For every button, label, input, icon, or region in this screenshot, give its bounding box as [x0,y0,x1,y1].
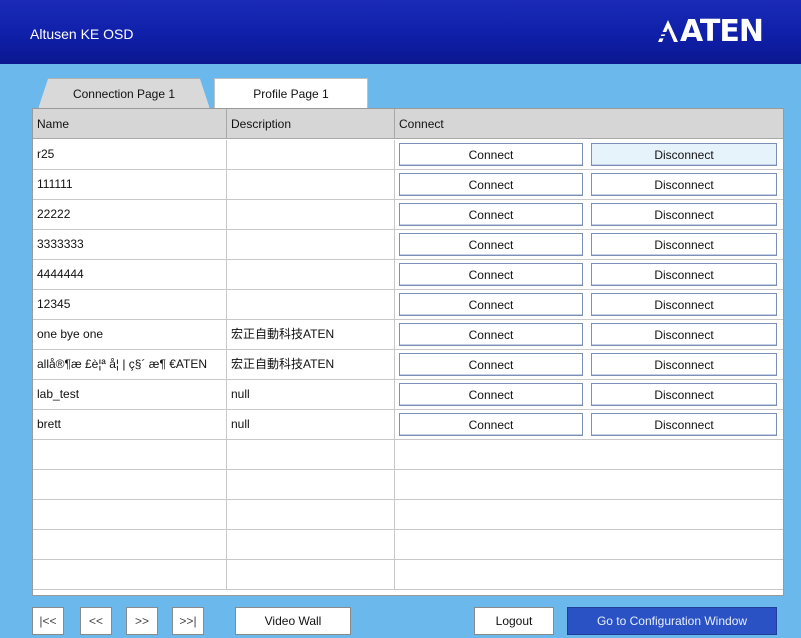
disconnect-button[interactable]: Disconnect [591,233,777,256]
connect-button[interactable]: Connect [399,203,583,226]
profile-description-cell: 宏正自動科技ATEN [227,320,395,349]
profile-description-cell [227,530,395,559]
aten-logo-icon [658,20,679,42]
empty-table-row [33,500,783,530]
profile-description-cell [227,230,395,259]
table-row: brett null Connect Disconnect [33,410,783,440]
empty-table-row [33,470,783,500]
connect-button[interactable]: Connect [399,323,583,346]
disconnect-button[interactable]: Disconnect [591,293,777,316]
disconnect-button[interactable]: Disconnect [591,173,777,196]
app-header: Altusen KE OSD ATEN [0,0,801,64]
table-row: lab_test null Connect Disconnect [33,380,783,410]
profile-description-cell [227,200,395,229]
disconnect-button[interactable]: Disconnect [591,353,777,376]
empty-table-row [33,530,783,560]
profile-description-cell [227,170,395,199]
go-to-configuration-button[interactable]: Go to Configuration Window [567,607,777,635]
disconnect-button[interactable]: Disconnect [591,203,777,226]
table-row: 4444444 Connect Disconnect [33,260,783,290]
connect-button[interactable]: Connect [399,173,583,196]
tab-connection-page-1[interactable]: Connection Page 1 [38,78,210,109]
profile-description-cell: null [227,410,395,439]
connect-button[interactable]: Connect [399,383,583,406]
connect-button[interactable]: Connect [399,413,583,436]
profile-name-cell: 3333333 [33,230,227,259]
disconnect-button[interactable]: Disconnect [591,383,777,406]
disconnect-button[interactable]: Disconnect [591,263,777,286]
video-wall-button[interactable]: Video Wall [235,607,351,635]
profile-name-cell: allå®¶æ £è¦ª å¦ | ç§´ æ¶ €ATEN [33,350,227,379]
profile-name-cell: brett [33,410,227,439]
profile-description-cell [227,470,395,499]
column-header-connect: Connect [395,109,783,139]
table-row: allå®¶æ £è¦ª å¦ | ç§´ æ¶ €ATEN 宏正自動科技ATEN… [33,350,783,380]
first-page-button[interactable]: |<< [32,607,64,635]
table-row: one bye one 宏正自動科技ATEN Connect Disconnect [33,320,783,350]
connect-button[interactable]: Connect [399,143,583,166]
profile-description-cell [227,290,395,319]
aten-logo: ATEN [657,14,764,49]
profile-description-cell: 宏正自動科技ATEN [227,350,395,379]
connect-button[interactable]: Connect [399,293,583,316]
logo-text: ATEN [680,14,764,49]
profile-description-cell [227,140,395,169]
profile-name-cell: 4444444 [33,260,227,289]
table-row: 3333333 Connect Disconnect [33,230,783,260]
profile-description-cell [227,560,395,589]
profile-name-cell [33,560,227,589]
profile-name-cell [33,500,227,529]
empty-table-row [33,440,783,470]
profile-name-cell: r25 [33,140,227,169]
profile-name-cell: lab_test [33,380,227,409]
logout-button[interactable]: Logout [474,607,554,635]
profile-table: Name Description Connect r25 Connect Disco… [32,108,784,596]
column-header-name: Name [33,109,227,139]
profile-description-cell: null [227,380,395,409]
profile-name-cell: 111111 [33,170,227,199]
connect-button[interactable]: Connect [399,263,583,286]
profile-description-cell [227,260,395,289]
profile-name-cell: one bye one [33,320,227,349]
app-title: Altusen KE OSD [30,26,134,42]
column-header-description: Description [227,109,395,139]
last-page-button[interactable]: >>| [172,607,204,635]
table-row: 12345 Connect Disconnect [33,290,783,320]
table-row: r25 Connect Disconnect [33,140,783,170]
next-page-button[interactable]: >> [126,607,158,635]
empty-table-row [33,560,783,590]
table-row: 22222 Connect Disconnect [33,200,783,230]
profile-description-cell [227,440,395,469]
profile-name-cell [33,440,227,469]
table-row: 111111 Connect Disconnect [33,170,783,200]
tab-profile-page-1[interactable]: Profile Page 1 [214,78,368,109]
profile-name-cell: 22222 [33,200,227,229]
connect-button[interactable]: Connect [399,233,583,256]
disconnect-button[interactable]: Disconnect [591,323,777,346]
disconnect-button[interactable]: Disconnect [591,413,777,436]
profile-name-cell [33,470,227,499]
prev-page-button[interactable]: << [80,607,112,635]
disconnect-button[interactable]: Disconnect [591,143,777,166]
profile-name-cell [33,530,227,559]
profile-name-cell: 12345 [33,290,227,319]
connect-button[interactable]: Connect [399,353,583,376]
profile-description-cell [227,500,395,529]
